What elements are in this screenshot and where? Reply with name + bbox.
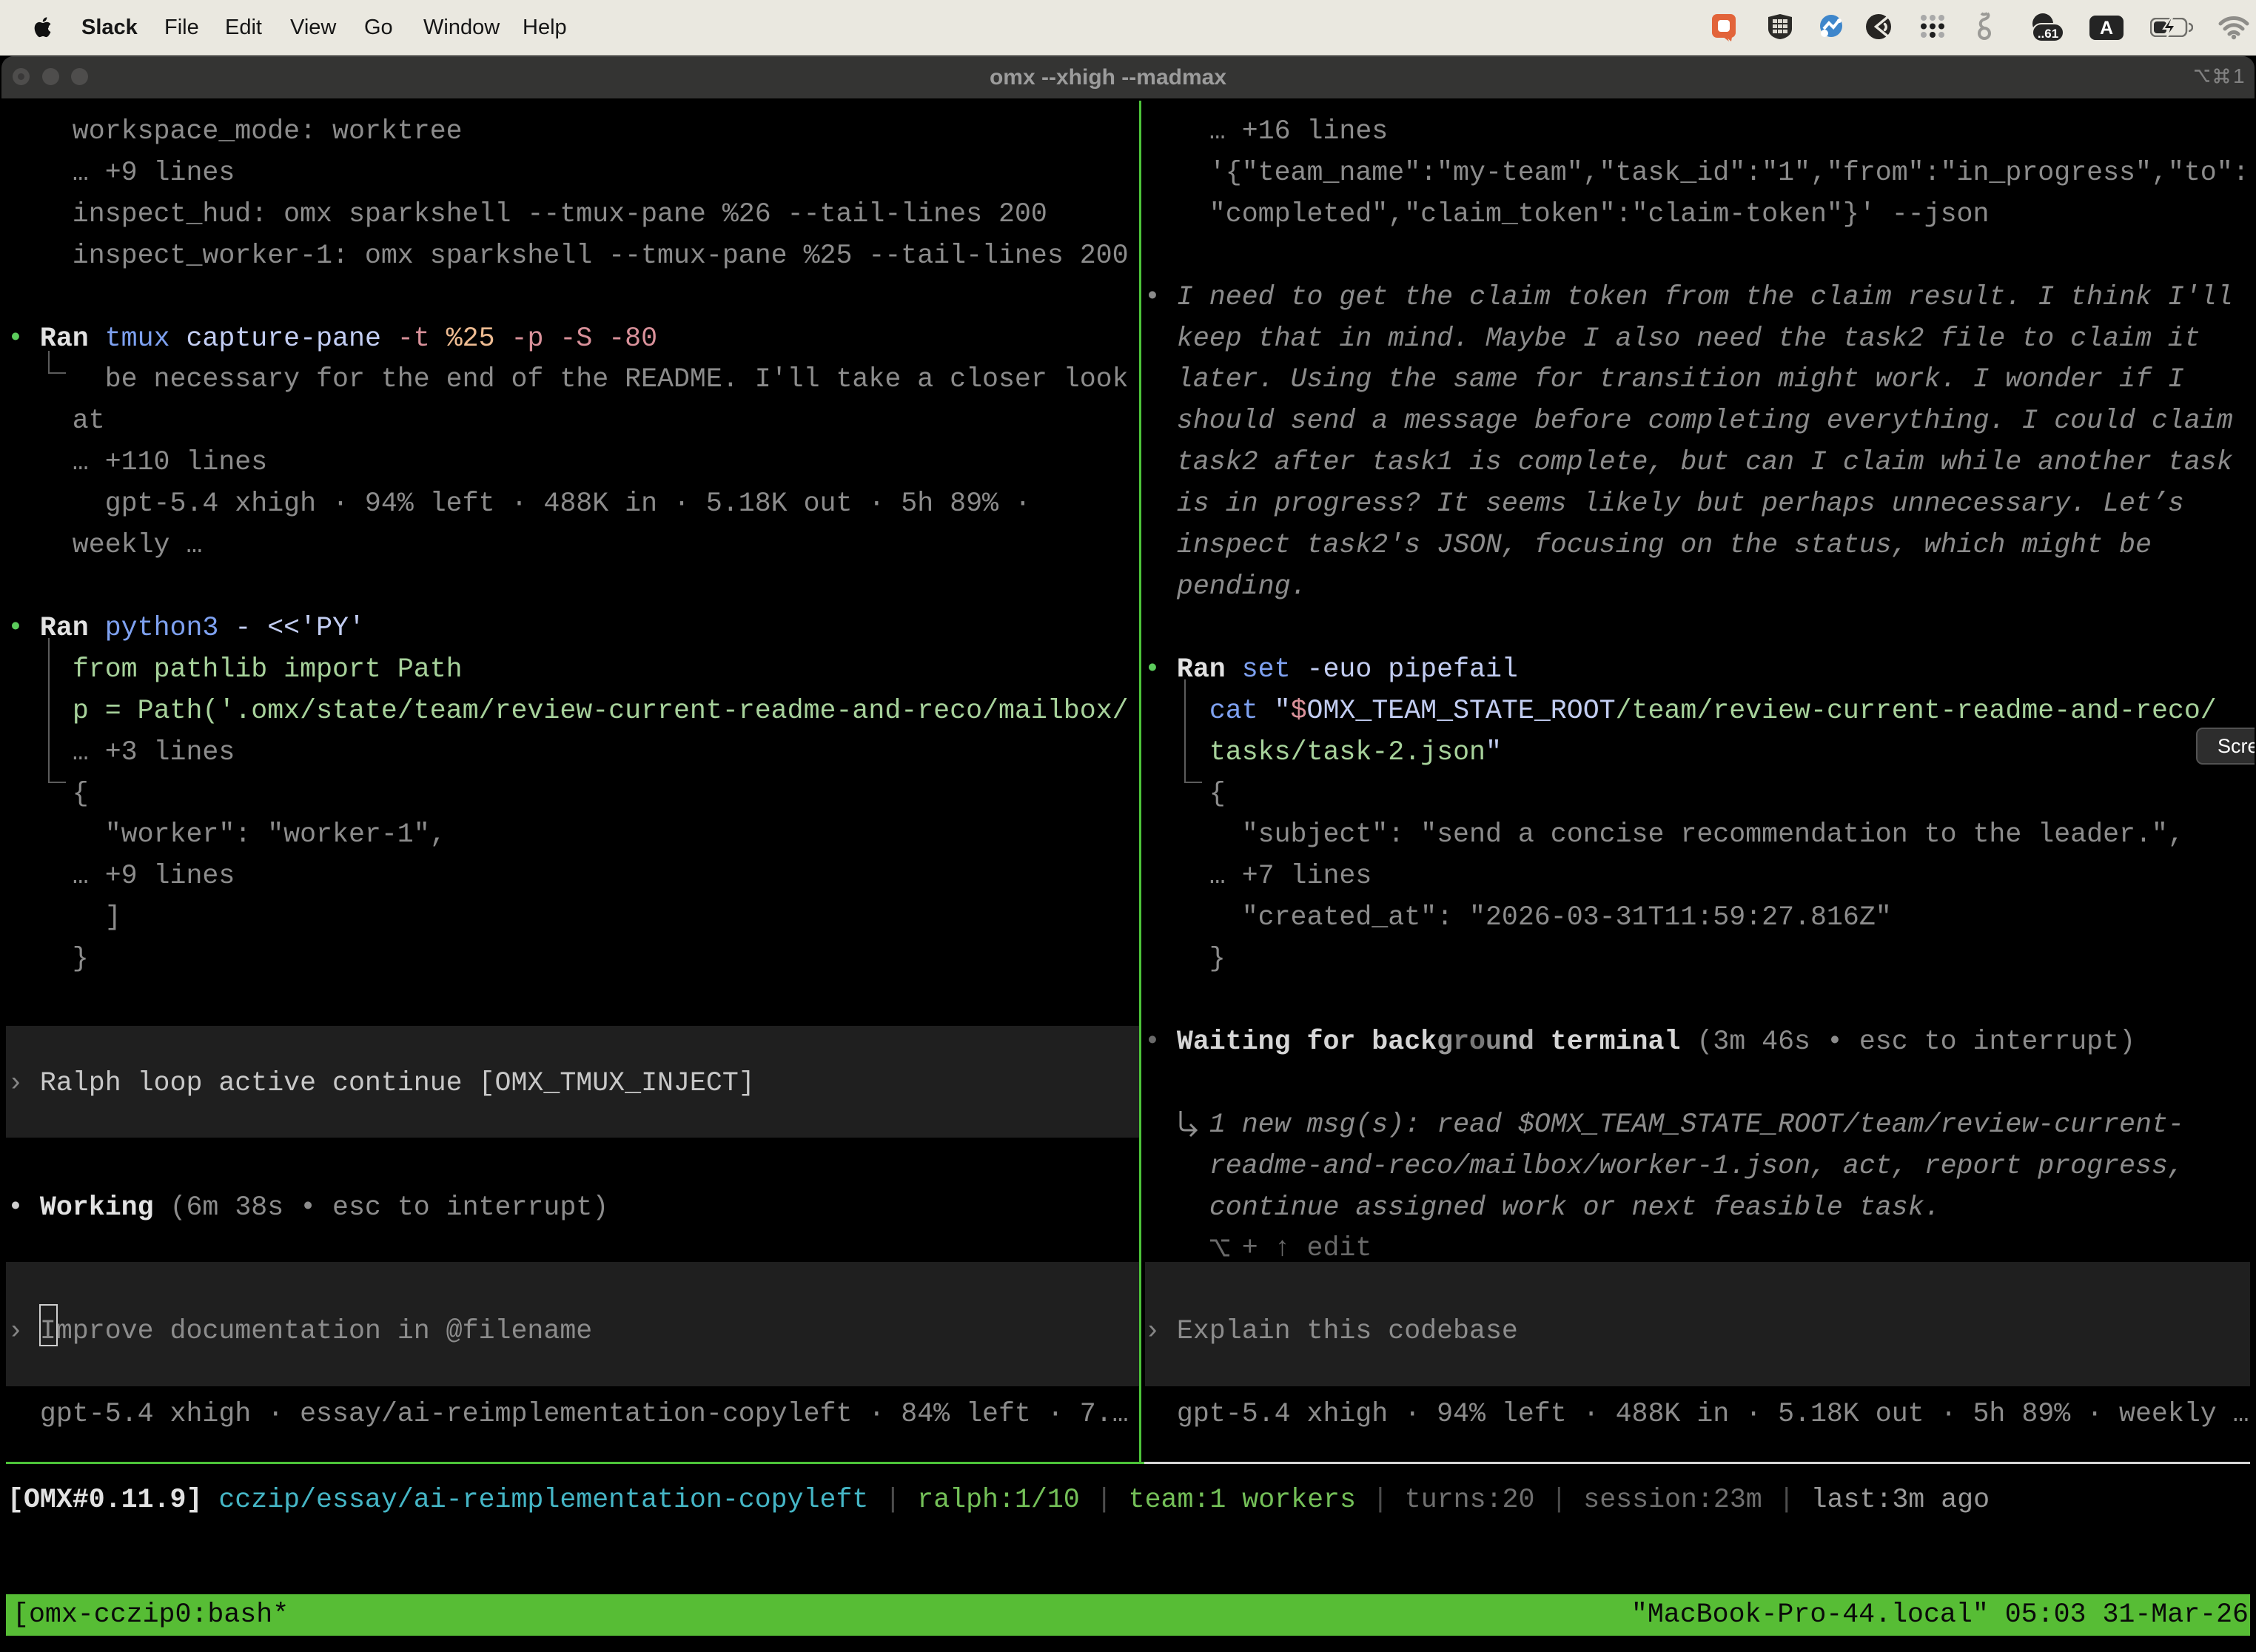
svg-text:..61: ..61: [2038, 27, 2058, 41]
svg-text:A: A: [2100, 18, 2113, 38]
